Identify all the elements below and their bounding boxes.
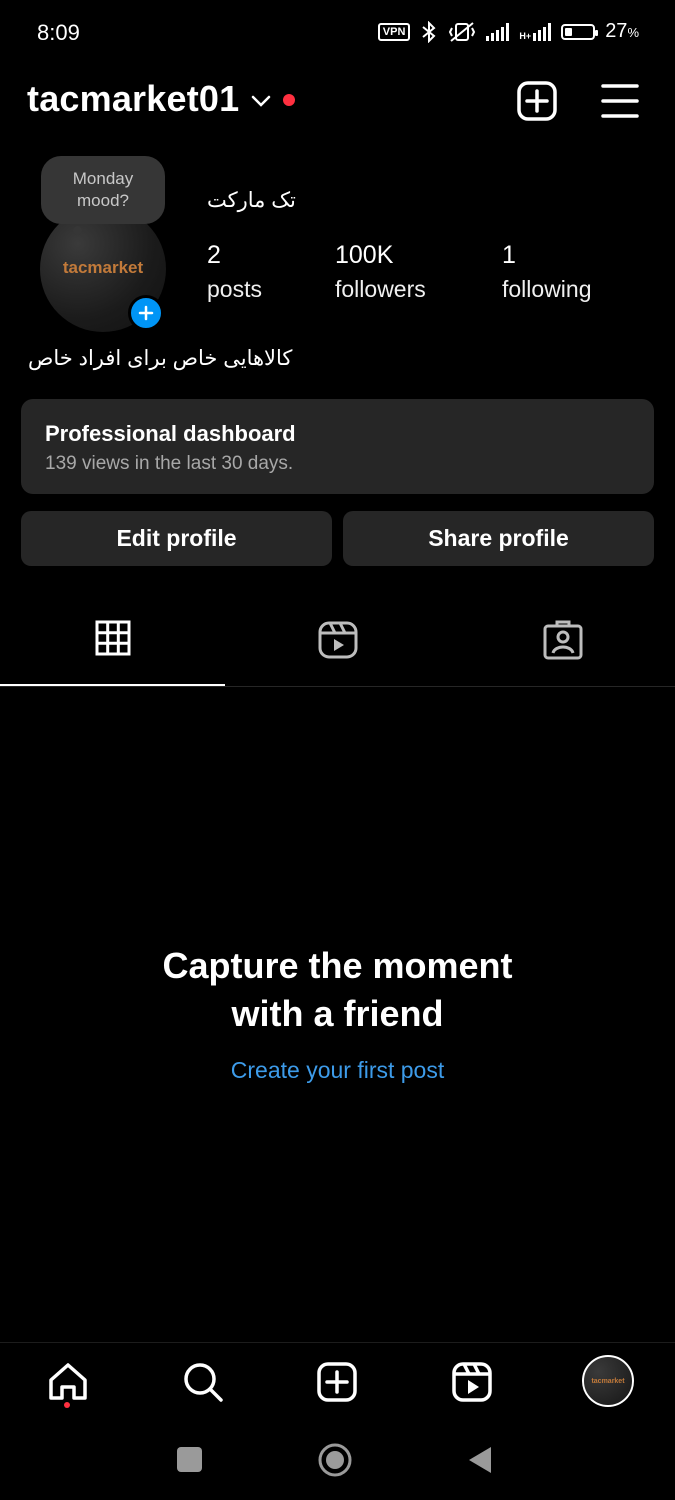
mute-vibrate-icon <box>449 21 476 42</box>
recent-apps-button[interactable] <box>177 1447 202 1472</box>
following-label[interactable]: following <box>502 276 592 303</box>
tagged-icon <box>543 620 582 660</box>
followers-label[interactable]: followers <box>335 276 426 303</box>
grid-icon <box>95 620 130 656</box>
notification-dot <box>283 94 295 106</box>
reels-icon <box>452 1362 492 1402</box>
tab-tagged[interactable] <box>450 620 675 686</box>
posts-label[interactable]: posts <box>207 276 262 303</box>
create-icon <box>317 1362 357 1402</box>
dashboard-subtitle: 139 views in the last 30 days. <box>45 453 294 474</box>
following-count[interactable]: 1 <box>502 241 516 270</box>
bio-text: کالاهایی خاص برای افراد خاص <box>28 347 293 370</box>
chevron-down-icon[interactable] <box>250 90 272 112</box>
tabs-divider <box>0 686 675 687</box>
dashboard-title: Professional dashboard <box>45 421 296 446</box>
edit-profile-button[interactable]: Edit profile <box>21 511 332 566</box>
nav-reels[interactable] <box>448 1358 496 1406</box>
nav-home[interactable] <box>44 1358 92 1406</box>
battery-icon <box>561 23 599 40</box>
status-icons: VPN H+ 27% <box>377 20 639 43</box>
avatar-logo-text: tacmarket <box>62 258 144 277</box>
nav-create[interactable] <box>313 1358 361 1406</box>
home-notification-dot <box>64 1402 70 1408</box>
add-story-button[interactable] <box>128 295 164 331</box>
create-first-post-link[interactable]: Create your first post <box>0 1057 675 1084</box>
tab-reels[interactable] <box>225 620 450 686</box>
display-name: تک مارکت <box>207 189 296 212</box>
new-post-icon[interactable] <box>516 80 558 122</box>
nav-profile-avatar[interactable]: tacmarket <box>582 1355 634 1407</box>
home-icon <box>49 1363 87 1400</box>
menu-icon[interactable] <box>599 80 641 122</box>
search-icon <box>184 1363 223 1402</box>
status-time: 8:09 <box>37 20 80 45</box>
username-switcher[interactable]: tacmarket01 <box>27 78 239 120</box>
note-bubble[interactable]: Monday mood? <box>41 156 165 224</box>
signal-h-plus-icon: H+ <box>519 22 552 41</box>
reels-icon <box>318 621 357 659</box>
back-button[interactable] <box>467 1445 493 1475</box>
signal-icon <box>486 22 510 41</box>
posts-count[interactable]: 2 <box>207 241 221 270</box>
home-button[interactable] <box>317 1442 353 1478</box>
battery-percent: 27% <box>605 20 639 42</box>
empty-state-title: Capture the moment with a friend <box>162 945 513 1034</box>
followers-count[interactable]: 100K <box>335 241 393 270</box>
nav-search[interactable] <box>179 1358 227 1406</box>
bluetooth-icon <box>422 20 436 43</box>
note-bubble-tail <box>73 226 82 235</box>
tab-grid[interactable] <box>0 620 225 686</box>
share-profile-button[interactable]: Share profile <box>343 511 654 566</box>
plus-icon <box>138 305 154 321</box>
active-tab-indicator <box>0 684 225 686</box>
vpn-icon: VPN <box>377 22 411 41</box>
